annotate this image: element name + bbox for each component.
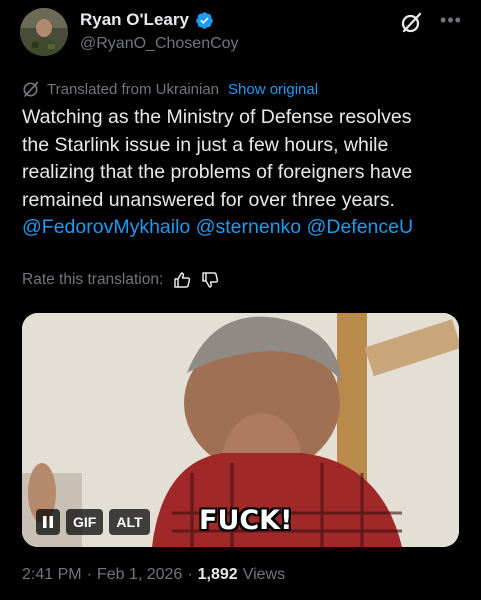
avatar-image bbox=[20, 8, 68, 56]
tweet-date[interactable]: Feb 1, 2026 bbox=[97, 566, 182, 584]
meta-separator: · bbox=[187, 566, 193, 583]
tweet-meta: 2:41 PM · Feb 1, 2026 · 1,892 Views bbox=[22, 566, 285, 584]
tweet-text-line: realizing that the problems of foreigner… bbox=[22, 161, 413, 183]
translation-notice-row: Translated from Ukrainian Show original bbox=[22, 80, 318, 98]
mention-fedorovmykhailo[interactable]: @FedorovMykhailo bbox=[22, 216, 190, 238]
thumbs-up-icon[interactable] bbox=[173, 271, 191, 289]
author-handle[interactable]: @RyanO_ChosenCoy bbox=[80, 35, 239, 53]
tweet-time[interactable]: 2:41 PM bbox=[22, 566, 82, 584]
rate-translation-label: Rate this translation: bbox=[22, 271, 164, 288]
gif-media[interactable]: GIF ALT FUCK! bbox=[22, 313, 459, 547]
thumbs-down-icon[interactable] bbox=[201, 271, 219, 289]
meta-separator: · bbox=[86, 566, 92, 583]
mentions-line: @FedorovMykhailo @sternenko @DefenceU bbox=[22, 214, 470, 242]
mention-defenceu[interactable]: @DefenceU bbox=[307, 216, 414, 238]
avatar[interactable] bbox=[20, 8, 68, 56]
tweet-text-line: remained unanswered for over three years… bbox=[22, 188, 395, 211]
media-badges: GIF ALT bbox=[36, 509, 150, 535]
verified-badge-icon bbox=[196, 11, 213, 29]
rate-translation-row: Rate this translation: bbox=[22, 271, 219, 289]
views-label: Views bbox=[242, 566, 286, 583]
tweet-header: Ryan O'Leary @RyanO_ChosenCoy ••• bbox=[0, 0, 481, 70]
gif-badge: GIF bbox=[66, 509, 104, 535]
translate-icon bbox=[23, 81, 39, 97]
mention-sternenko[interactable]: @sternenko bbox=[196, 216, 301, 238]
alt-badge[interactable]: ALT bbox=[109, 509, 150, 535]
grok-icon[interactable] bbox=[398, 10, 424, 36]
pause-icon bbox=[43, 516, 53, 528]
tweet-text-line: the Starlink issue in just a few hours, … bbox=[22, 133, 389, 156]
translation-notice: Translated from Ukrainian bbox=[47, 80, 220, 98]
views-count: 1,892 bbox=[197, 566, 238, 583]
pause-button[interactable] bbox=[36, 509, 60, 535]
show-original-link[interactable]: Show original bbox=[228, 81, 318, 98]
more-icon[interactable]: ••• bbox=[438, 11, 464, 32]
tweet-text: Watching as the Ministry of Defense reso… bbox=[22, 104, 470, 242]
tweet-text-line: Watching as the Ministry of Defense reso… bbox=[22, 106, 412, 128]
author-name-row: Ryan O'Leary bbox=[80, 10, 214, 30]
author-name[interactable]: Ryan O'Leary bbox=[80, 10, 189, 30]
gif-caption: FUCK! bbox=[199, 505, 293, 536]
